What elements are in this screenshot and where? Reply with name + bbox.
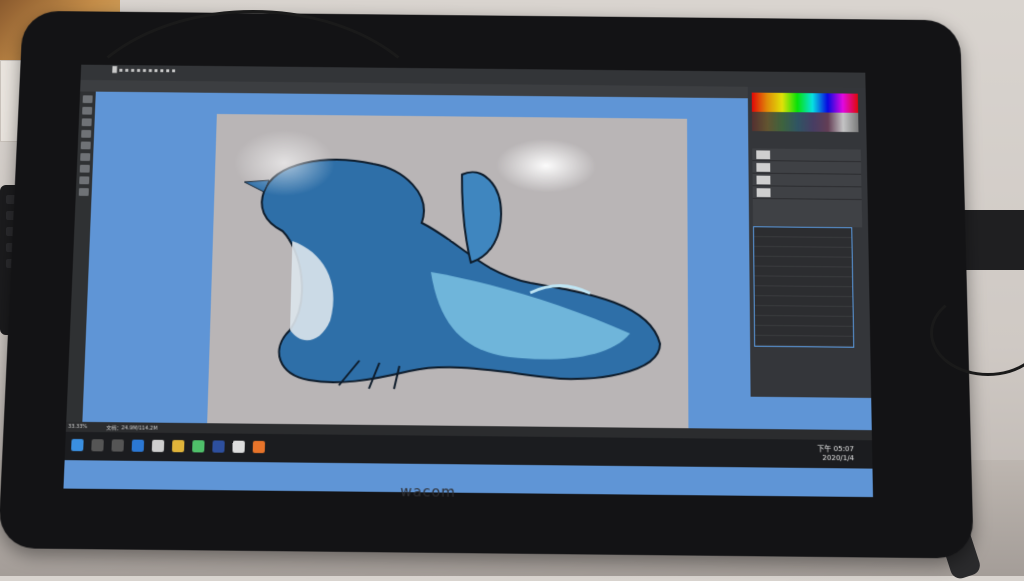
layer-row[interactable] xyxy=(752,161,862,175)
layer-thumbnail xyxy=(756,175,771,184)
history-panel xyxy=(753,226,855,348)
firefox-icon[interactable] xyxy=(252,440,266,454)
layer-row[interactable] xyxy=(752,148,861,163)
photoshop-icon[interactable] xyxy=(212,440,225,453)
mail-icon[interactable] xyxy=(151,439,165,453)
layer-thumbnail xyxy=(756,187,771,197)
system-clock[interactable]: 下午 05:07 2020/1/4 xyxy=(817,445,854,464)
app-icon[interactable] xyxy=(192,440,205,453)
clock-date: 2020/1/4 xyxy=(822,453,855,463)
file-explorer-icon[interactable] xyxy=(171,439,185,453)
document-size: 文档：24.9M/114.2M xyxy=(106,425,158,432)
layer-thumbnail xyxy=(756,162,771,172)
layer-thumbnail xyxy=(756,149,771,159)
clock-time: 下午 05:07 xyxy=(817,444,855,454)
cable xyxy=(60,10,446,276)
layer-row[interactable] xyxy=(752,186,862,201)
layer-row[interactable] xyxy=(752,173,862,188)
layers-panel xyxy=(752,148,863,228)
store-icon[interactable] xyxy=(232,440,245,453)
edge-icon[interactable] xyxy=(131,439,145,452)
task-view-icon[interactable] xyxy=(111,439,124,452)
history-item[interactable] xyxy=(755,335,854,347)
search-icon[interactable] xyxy=(91,439,104,452)
brand-logo: wacom xyxy=(400,483,456,501)
zoom-level: 33.33% xyxy=(67,423,88,431)
start-icon[interactable] xyxy=(71,438,84,452)
screen-glare xyxy=(491,136,601,196)
swatches-panel[interactable] xyxy=(751,92,859,133)
